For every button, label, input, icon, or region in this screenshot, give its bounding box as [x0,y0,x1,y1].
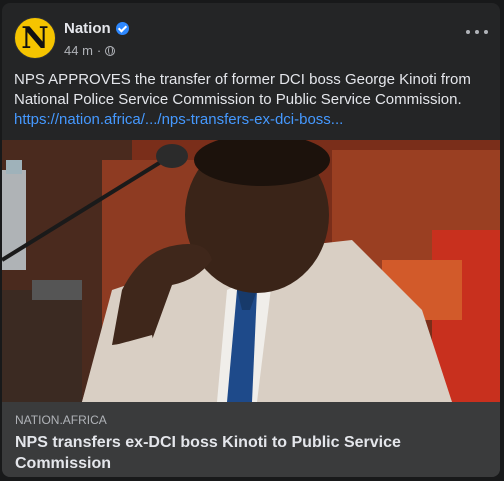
globe-icon[interactable] [105,45,116,56]
verified-badge-icon [115,22,129,35]
photo-illustration [2,140,500,402]
post-time[interactable]: 44 m [64,43,93,58]
post-link[interactable]: https://nation.africa/.../nps-transfers-… [14,110,488,130]
avatar-letter: N [21,21,49,56]
post-text: NPS APPROVES the transfer of former DCI … [14,70,488,130]
page-name[interactable]: Nation [64,20,111,37]
page-name-row: Nation [64,20,129,37]
post-photo[interactable] [2,140,500,402]
preview-headline[interactable]: NPS transfers ex-DCI boss Kinoti to Publ… [15,432,488,474]
post-body: NPS APPROVES the transfer of former DCI … [14,71,471,108]
meta-separator: · [96,43,102,58]
preview-domain: NATION.AFRICA [15,413,107,427]
page-avatar[interactable]: N [14,17,56,59]
more-options-icon[interactable] [466,27,488,37]
post-header: N Nation 44 m · [14,17,488,61]
post-meta: 44 m · [64,43,116,58]
facebook-post-card: N Nation 44 m · NPS APPROVES the transfe… [2,3,500,477]
link-preview-footer[interactable]: NATION.AFRICA NPS transfers ex-DCI boss … [2,402,500,477]
